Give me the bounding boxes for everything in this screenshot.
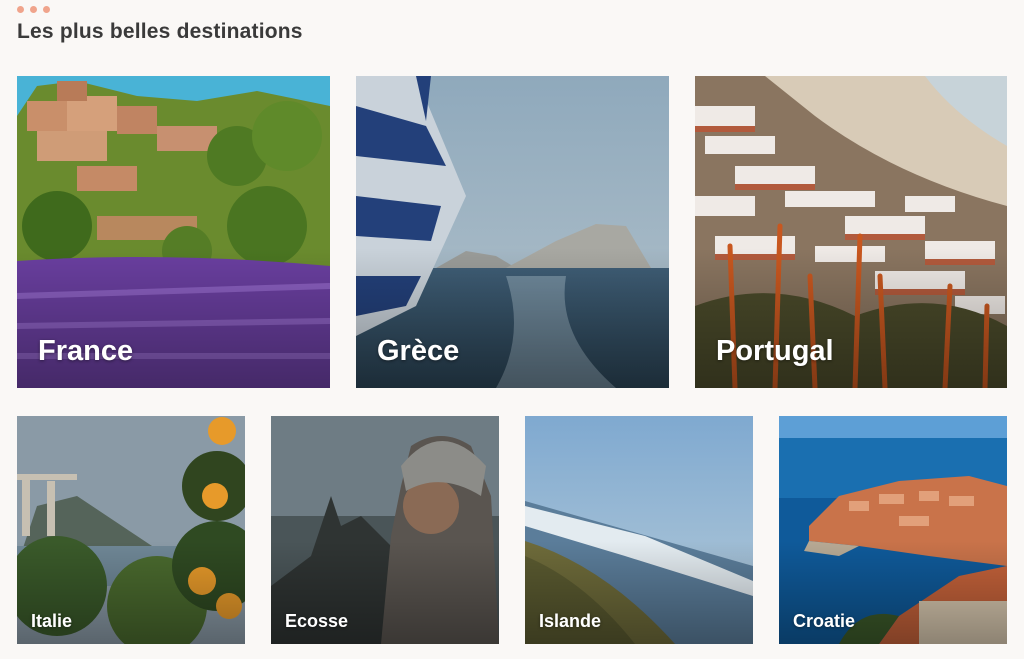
destination-card-grece[interactable]: Grèce [356,76,669,388]
dot-icon [30,6,37,13]
destination-label: France [38,335,134,367]
decorative-dots [17,6,50,13]
destination-card-italie[interactable]: Italie [17,416,245,644]
destination-label: Ecosse [285,611,349,631]
destination-card-portugal[interactable]: Portugal [695,76,1007,388]
destination-card-islande[interactable]: Islande [525,416,753,644]
dot-icon [43,6,50,13]
destination-label: Italie [31,611,73,631]
destination-label: Portugal [716,335,834,367]
dot-icon [17,6,24,13]
destination-card-france[interactable]: France [17,76,330,388]
destination-label: Islande [539,611,602,631]
destination-label: Croatie [793,611,856,631]
section-title: Les plus belles destinations [17,20,303,43]
destination-card-ecosse[interactable]: Ecosse [271,416,499,644]
destination-card-croatie[interactable]: Croatie [779,416,1007,644]
destination-label: Grèce [377,335,460,367]
